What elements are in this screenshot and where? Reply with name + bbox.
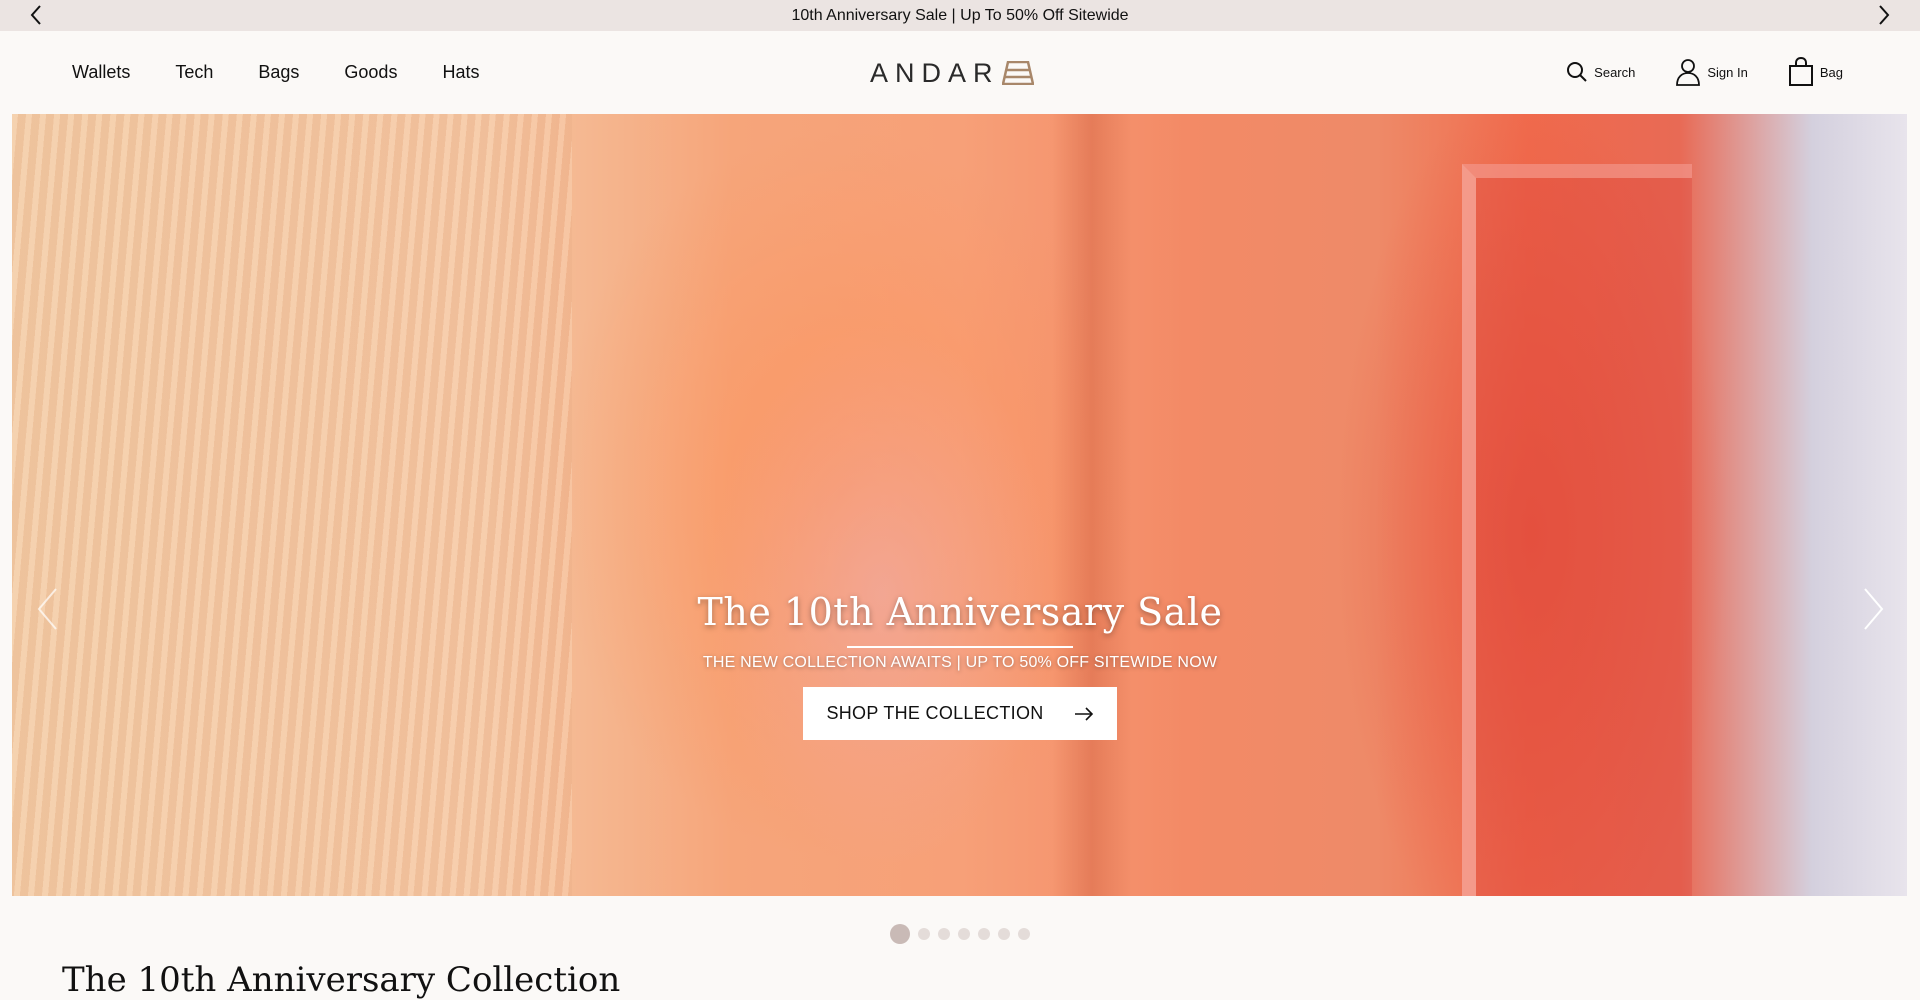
announcement-text[interactable]: 10th Anniversary Sale | Up To 50% Off Si… (791, 7, 1128, 25)
sign-in-button[interactable]: Sign In (1675, 58, 1748, 86)
hero-image-stone-wall (12, 114, 572, 896)
nav-item-tech[interactable]: Tech (175, 62, 213, 83)
arrow-right-icon (1074, 706, 1093, 721)
hero-image-door (1462, 164, 1692, 896)
carousel-pagination (0, 924, 1920, 944)
nav-item-wallets[interactable]: Wallets (72, 62, 130, 83)
shop-collection-button[interactable]: SHOP THE COLLECTION (803, 687, 1117, 740)
andar-triangle-icon (1001, 61, 1034, 85)
sign-in-label: Sign In (1707, 64, 1748, 80)
carousel-dot-3[interactable] (938, 928, 950, 940)
carousel-dot-4[interactable] (958, 928, 970, 940)
hero-divider (847, 646, 1073, 648)
user-icon (1676, 59, 1701, 86)
hero-image-model (622, 174, 1142, 896)
carousel-dot-5[interactable] (978, 928, 990, 940)
brand-logo[interactable]: ANDAR (870, 58, 1034, 88)
nav-item-bags[interactable]: Bags (258, 62, 299, 83)
nav-item-hats[interactable]: Hats (442, 62, 479, 83)
header-actions: Search Sign In Bag (1526, 31, 1843, 113)
hero-banner[interactable] (12, 114, 1907, 896)
shopping-bag-icon (1788, 57, 1813, 86)
nav-item-goods[interactable]: Goods (344, 62, 397, 83)
carousel-dot-7[interactable] (1018, 928, 1030, 940)
hero-title: The 10th Anniversary Sale (697, 590, 1223, 634)
carousel-dot-2[interactable] (918, 928, 930, 940)
section-title: The 10th Anniversary Collection (62, 960, 621, 1000)
hero-content: The 10th Anniversary Sale THE NEW COLLEC… (0, 590, 1920, 740)
bag-label: Bag (1819, 64, 1843, 80)
chevron-right-icon (1879, 5, 1890, 25)
search-label: Search (1594, 64, 1636, 80)
shop-collection-label: SHOP THE COLLECTION (826, 703, 1044, 723)
search-icon (1567, 62, 1587, 82)
main-nav: Wallets Tech Bags Goods Hats (72, 31, 524, 113)
hero-subtitle: THE NEW COLLECTION AWAITS | UP TO 50% OF… (702, 654, 1218, 671)
site-header: Wallets Tech Bags Goods Hats ANDAR Searc… (0, 31, 1920, 113)
bag-button[interactable]: Bag (1788, 57, 1843, 87)
brand-wordmark: ANDAR (870, 57, 1000, 88)
carousel-dot-1[interactable] (890, 924, 910, 944)
announcement-bar: 10th Anniversary Sale | Up To 50% Off Si… (0, 0, 1920, 31)
search-button[interactable]: Search (1566, 61, 1635, 83)
announcement-prev-button[interactable] (24, 3, 48, 27)
chevron-left-icon (30, 5, 41, 25)
carousel-dot-6[interactable] (998, 928, 1010, 940)
announcement-next-button[interactable] (1872, 3, 1896, 27)
